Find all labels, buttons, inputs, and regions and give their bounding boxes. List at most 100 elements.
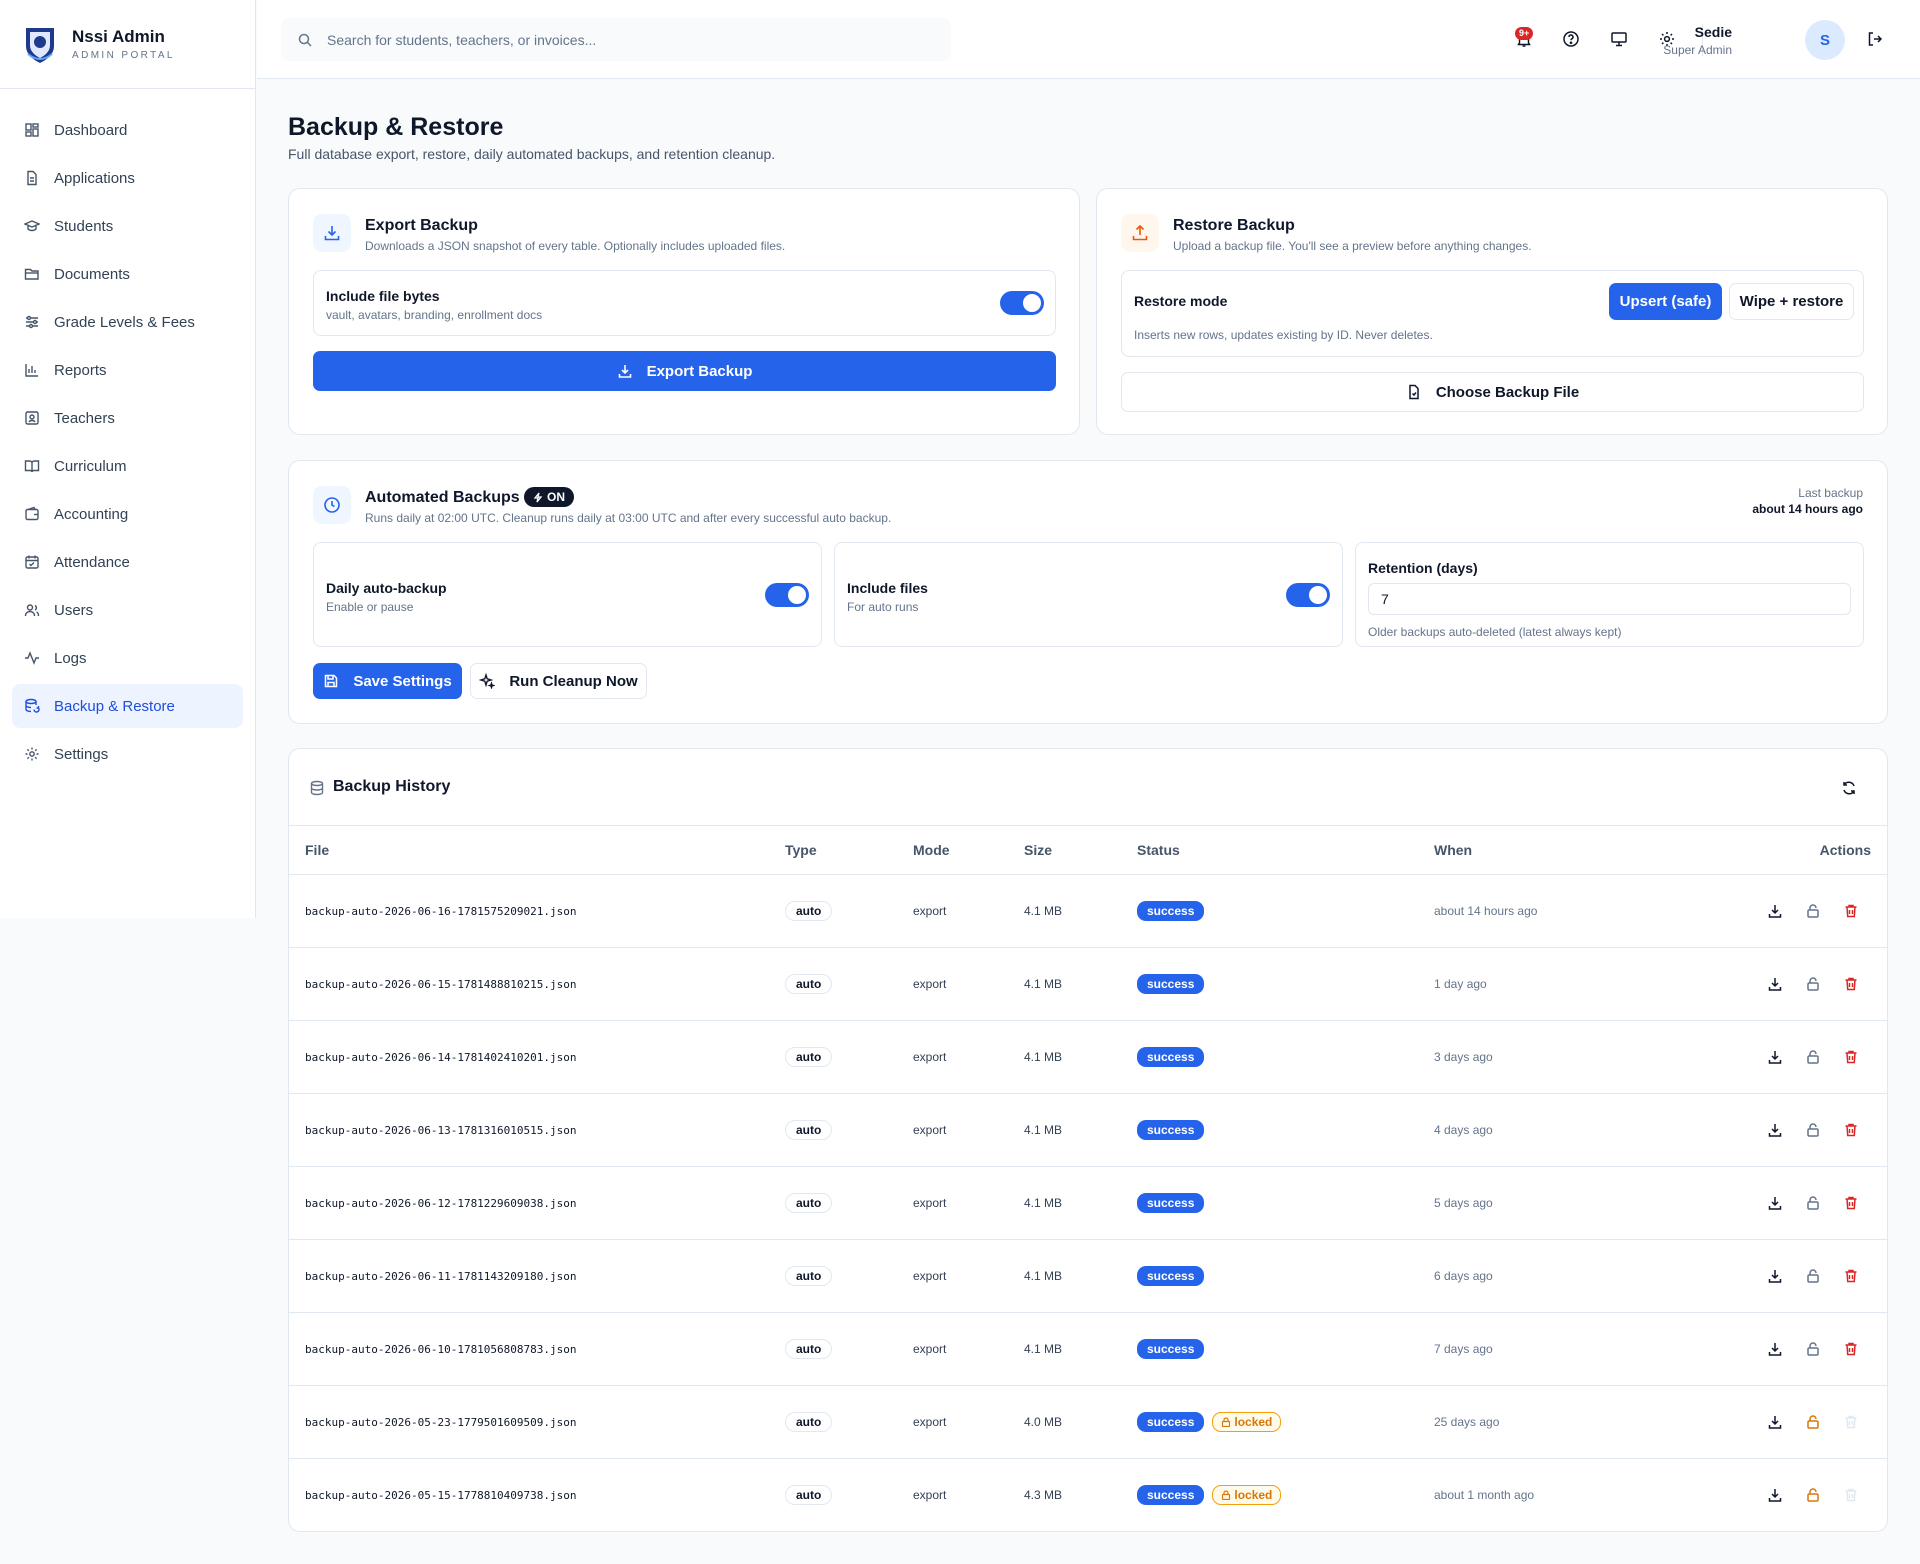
column-header-mode: Mode xyxy=(913,825,1024,875)
status-badge: success xyxy=(1137,1120,1205,1140)
retention-desc: Older backups auto-deleted (latest alway… xyxy=(1368,625,1622,639)
trash-icon[interactable] xyxy=(1843,903,1859,919)
lock-icon[interactable] xyxy=(1805,1268,1821,1284)
lock-icon[interactable] xyxy=(1805,1122,1821,1138)
include-files-toggle[interactable] xyxy=(1286,583,1330,607)
file-name: backup-auto-2026-06-13-1781316010515.jso… xyxy=(305,1124,577,1137)
lock-icon[interactable] xyxy=(1805,976,1821,992)
sidebar-item-label: Reports xyxy=(54,361,107,379)
trash-icon[interactable] xyxy=(1843,1122,1859,1138)
retention-days-input[interactable] xyxy=(1368,583,1851,615)
search-input[interactable] xyxy=(327,31,927,48)
brand[interactable]: Nssi Admin ADMIN PORTAL xyxy=(0,0,255,89)
backup-history-title: Backup History xyxy=(333,778,451,795)
sidebar-item-settings[interactable]: Settings xyxy=(12,732,243,776)
type-badge: auto xyxy=(785,1193,833,1213)
download-icon[interactable] xyxy=(1767,903,1783,919)
when-cell: 3 days ago xyxy=(1434,1050,1493,1064)
sidebar-item-curriculum[interactable]: Curriculum xyxy=(12,444,243,488)
mode-wipe-button[interactable]: Wipe + restore xyxy=(1729,283,1854,320)
clock-icon xyxy=(324,497,340,513)
graduation-cap-icon xyxy=(24,220,40,232)
download-icon[interactable] xyxy=(1767,1341,1783,1357)
download-icon[interactable] xyxy=(1767,1487,1783,1503)
download-icon[interactable] xyxy=(1767,1122,1783,1138)
table-row: backup-auto-2026-06-12-1781229609038.jso… xyxy=(288,1166,1887,1240)
download-icon[interactable] xyxy=(1767,1414,1783,1430)
avatar[interactable]: S xyxy=(1805,20,1845,60)
sparkles-icon xyxy=(479,673,496,689)
save-icon xyxy=(325,674,338,688)
status-badge: success xyxy=(1137,1193,1205,1213)
trash-icon[interactable] xyxy=(1843,1268,1859,1284)
folder-open-icon xyxy=(24,268,39,280)
trash-icon[interactable] xyxy=(1843,1049,1859,1065)
lock-icon[interactable] xyxy=(1805,1414,1821,1430)
daily-auto-backup-toggle[interactable] xyxy=(765,583,809,607)
sidebar-item-accounting[interactable]: Accounting xyxy=(12,492,243,536)
download-icon[interactable] xyxy=(1767,1268,1783,1284)
users-icon xyxy=(24,604,40,617)
restore-mode-desc: Inserts new rows, updates existing by ID… xyxy=(1134,328,1433,342)
logout-icon[interactable] xyxy=(1866,30,1884,48)
contact-icon xyxy=(25,411,39,425)
when-cell: 6 days ago xyxy=(1434,1269,1493,1283)
wallet-icon xyxy=(25,506,39,521)
sidebar-item-backup-restore[interactable]: Backup & Restore xyxy=(12,684,243,728)
table-row: backup-auto-2026-06-14-1781402410201.jso… xyxy=(288,1020,1887,1094)
sidebar-item-logs[interactable]: Logs xyxy=(12,636,243,680)
type-badge: auto xyxy=(785,1412,833,1432)
mode-cell: export xyxy=(913,1196,947,1210)
last-backup-value: about 14 hours ago xyxy=(1752,502,1863,516)
export-subtitle: Downloads a JSON snapshot of every table… xyxy=(365,239,786,253)
choose-backup-file-button[interactable]: Choose Backup File xyxy=(1121,372,1864,412)
save-settings-button[interactable]: Save Settings xyxy=(313,663,462,699)
monitor-icon[interactable] xyxy=(1610,30,1628,48)
table-header-row: File Type Mode Size Status When Actions xyxy=(288,825,1887,875)
trash-icon[interactable] xyxy=(1843,1341,1859,1357)
status-badge: success xyxy=(1137,1485,1205,1506)
sidebar-item-reports[interactable]: Reports xyxy=(12,348,243,392)
sidebar-item-students[interactable]: Students xyxy=(12,204,243,248)
sidebar-item-label: Logs xyxy=(54,649,87,667)
lock-icon[interactable] xyxy=(1805,1341,1821,1357)
sidebar-item-grade-levels[interactable]: Grade Levels & Fees xyxy=(12,300,243,344)
download-icon[interactable] xyxy=(1767,976,1783,992)
database-icon xyxy=(310,780,324,796)
column-header-type: Type xyxy=(785,825,913,875)
mode-upsert-button[interactable]: Upsert (safe) xyxy=(1609,283,1722,320)
include-file-bytes-toggle[interactable] xyxy=(1000,291,1044,315)
download-icon[interactable] xyxy=(1767,1049,1783,1065)
table-row: backup-auto-2026-06-16-1781575209021.jso… xyxy=(288,874,1887,948)
sidebar-item-attendance[interactable]: Attendance xyxy=(12,540,243,584)
sidebar-item-teachers[interactable]: Teachers xyxy=(12,396,243,440)
refresh-icon[interactable] xyxy=(1841,780,1857,796)
gear-icon xyxy=(25,747,39,761)
row-actions xyxy=(1734,874,1887,948)
trash-icon[interactable] xyxy=(1843,976,1859,992)
sidebar-item-label: Documents xyxy=(54,265,130,283)
status-badge: success xyxy=(1137,974,1205,994)
run-cleanup-button[interactable]: Run Cleanup Now xyxy=(470,663,647,699)
retention-label: Retention (days) xyxy=(1368,560,1478,576)
sidebar-item-applications[interactable]: Applications xyxy=(12,156,243,200)
trash-icon[interactable] xyxy=(1843,1195,1859,1211)
export-backup-button[interactable]: Export Backup xyxy=(313,351,1056,391)
lock-icon[interactable] xyxy=(1805,1195,1821,1211)
sidebar-item-label: Applications xyxy=(54,169,135,187)
lock-icon[interactable] xyxy=(1805,1487,1821,1503)
sidebar-item-users[interactable]: Users xyxy=(12,588,243,632)
sidebar-item-documents[interactable]: Documents xyxy=(12,252,243,296)
sidebar-item-label: Students xyxy=(54,217,114,235)
backup-history-rows: backup-auto-2026-06-16-1781575209021.jso… xyxy=(288,874,1887,1532)
lock-icon[interactable] xyxy=(1805,1049,1821,1065)
sidebar-item-dashboard[interactable]: Dashboard xyxy=(12,108,243,152)
download-icon[interactable] xyxy=(1767,1195,1783,1211)
export-icon-box xyxy=(313,214,351,252)
column-header-size: Size xyxy=(1024,825,1137,875)
size-cell: 4.1 MB xyxy=(1024,1123,1063,1137)
search-bar[interactable] xyxy=(281,18,951,61)
lock-icon[interactable] xyxy=(1805,903,1821,919)
help-icon[interactable] xyxy=(1562,30,1580,48)
mode-cell: export xyxy=(913,1269,947,1283)
